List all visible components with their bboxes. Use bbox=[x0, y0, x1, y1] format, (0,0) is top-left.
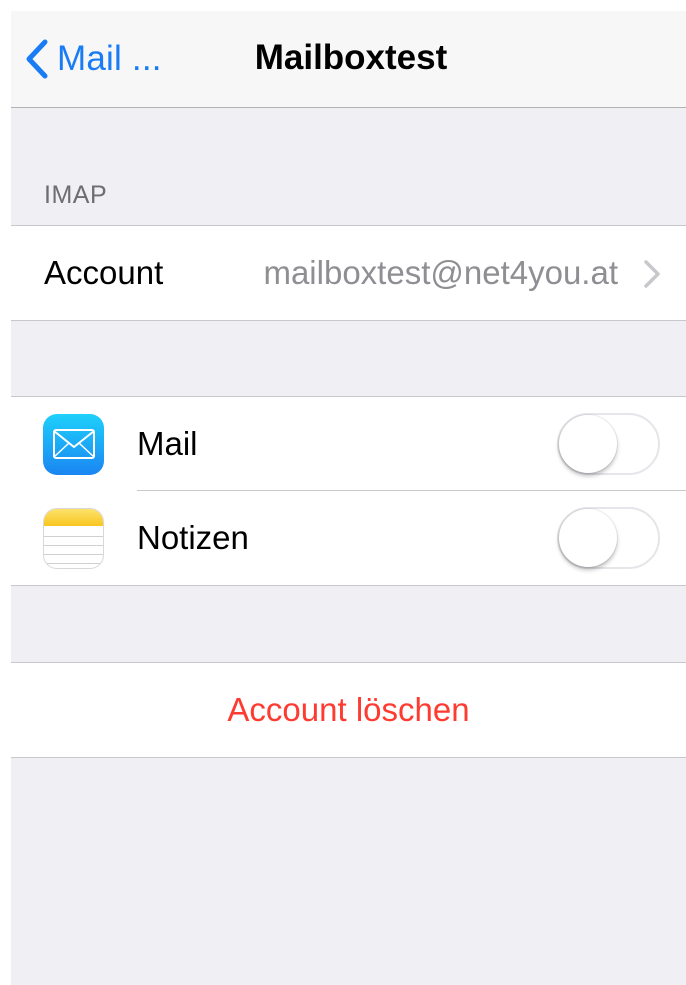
delete-group: Account löschen bbox=[11, 662, 686, 758]
navigation-bar: Mail ... Mailboxtest bbox=[11, 11, 686, 108]
apps-group: Mail Notizen bbox=[11, 396, 686, 586]
delete-account-button[interactable]: Account löschen bbox=[11, 663, 686, 757]
app-label-notes: Notizen bbox=[137, 519, 249, 556]
toggle-knob bbox=[559, 509, 617, 567]
app-row-notes: Notizen bbox=[11, 491, 686, 585]
account-label: Account bbox=[44, 254, 164, 291]
toggle-knob bbox=[559, 415, 617, 473]
settings-screen: Mail ... Mailboxtest IMAP Account mailbo… bbox=[11, 11, 686, 985]
mail-toggle-switch[interactable] bbox=[557, 413, 660, 475]
account-email-value: mailboxtest@net4you.at bbox=[263, 254, 618, 291]
mail-app-icon bbox=[43, 413, 104, 475]
account-group: Account mailboxtest@net4you.at bbox=[11, 225, 686, 321]
chevron-right-icon bbox=[644, 260, 660, 293]
section-header-imap: IMAP bbox=[44, 181, 108, 209]
app-row-mail: Mail bbox=[11, 397, 686, 491]
account-row[interactable]: Account mailboxtest@net4you.at bbox=[11, 226, 686, 320]
notes-toggle-switch[interactable] bbox=[557, 507, 660, 569]
page-title: Mailboxtest bbox=[254, 38, 448, 77]
app-label-mail: Mail bbox=[137, 425, 198, 462]
delete-account-label: Account löschen bbox=[227, 691, 470, 728]
notes-app-icon bbox=[43, 507, 104, 569]
